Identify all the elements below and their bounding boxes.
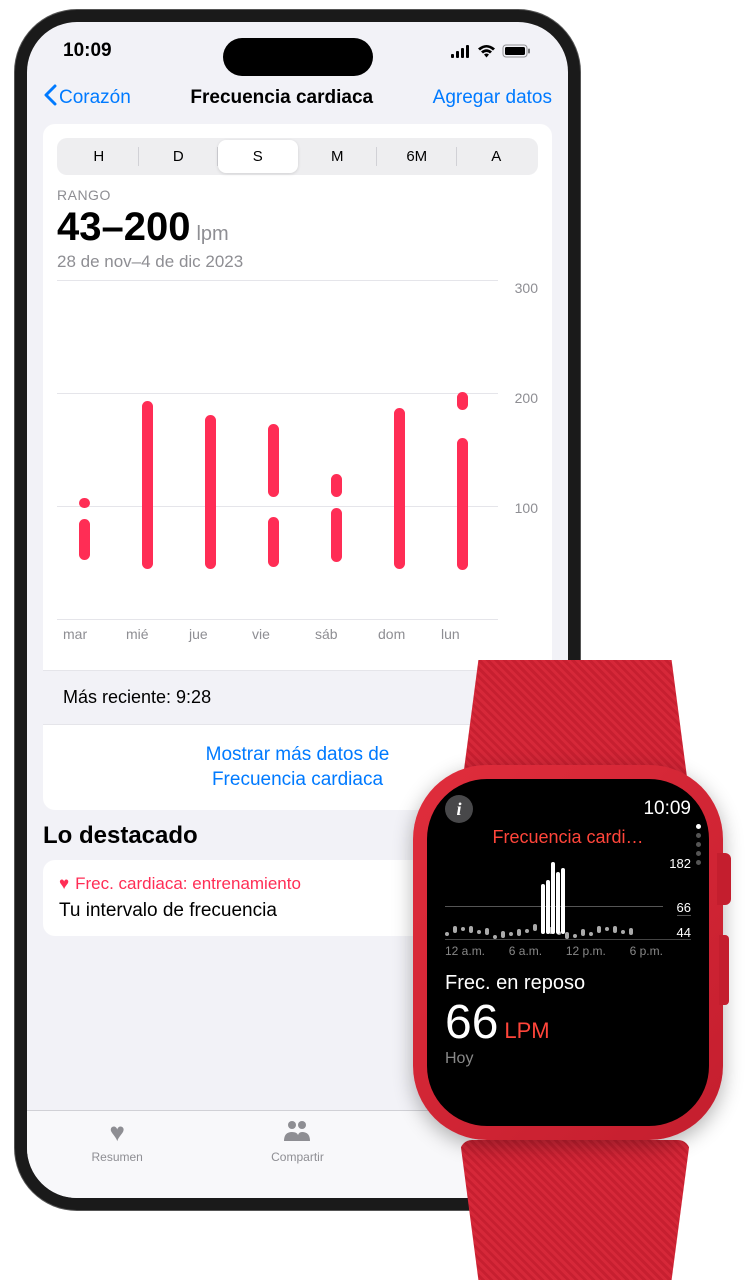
tab-label: Resumen [91,1150,142,1164]
x-tick: 12 p.m. [566,944,606,958]
x-tick: sáb [309,626,372,642]
page-dot [696,833,701,838]
watch-screen: i 10:09 Frecuencia cardi… 182 66 44 [427,779,709,1126]
chevron-left-icon [43,84,57,112]
range-number: 43–200 [57,205,190,250]
page-dot [696,842,701,847]
back-button[interactable]: Corazón [43,84,131,112]
page-indicator [696,824,701,865]
watch-chart[interactable]: 182 66 44 [445,856,691,940]
people-icon [282,1117,312,1148]
page-dot [696,860,701,865]
y-axis: 300 200 100 [498,280,538,620]
page-title: Frecuencia cardiaca [190,87,373,109]
watch-band [460,1140,690,1280]
segment-a[interactable]: A [457,140,537,173]
tab-label: Compartir [271,1150,324,1164]
tab-share[interactable]: Compartir [207,1117,387,1198]
segment-s[interactable]: S [218,140,298,173]
y-label-min: 44 [677,925,691,940]
time-range-segmented: H D S M 6M A [57,138,538,175]
status-icons [451,44,532,58]
range-value: 43–200 lpm [57,205,538,250]
page-dot [696,824,701,829]
x-tick: dom [372,626,435,642]
range-unit: lpm [196,223,228,246]
battery-icon [502,44,532,58]
y-tick-100: 100 [515,500,538,516]
dynamic-island [223,38,373,76]
y-tick-200: 200 [515,390,538,406]
x-tick: 12 a.m. [445,944,485,958]
x-axis: marmiéjueviesábdomlun [57,626,538,642]
x-tick: 6 a.m. [509,944,542,958]
segment-m[interactable]: M [298,140,378,173]
wifi-icon [477,44,496,58]
page-dot [696,851,701,856]
x-tick: jue [183,626,246,642]
x-tick: vie [246,626,309,642]
watch-case: i 10:09 Frecuencia cardi… 182 66 44 [413,765,723,1140]
segment-h[interactable]: H [59,140,139,173]
watch-x-axis: 12 a.m. 6 a.m. 12 p.m. 6 p.m. [445,944,691,958]
x-tick: mié [120,626,183,642]
side-button[interactable] [719,935,729,1005]
segment-6m[interactable]: 6M [377,140,457,173]
status-time: 10:09 [63,40,112,62]
segment-d[interactable]: D [139,140,219,173]
x-tick: 6 p.m. [630,944,663,958]
metric-value: 66 [445,995,498,1050]
back-label: Corazón [59,87,131,109]
signal-icon [451,45,471,58]
add-data-button[interactable]: Agregar datos [433,87,552,109]
range-date: 28 de nov–4 de dic 2023 [57,252,538,272]
y-tick-300: 300 [515,280,538,296]
watch-status-bar: i 10:09 [445,795,691,823]
y-label-mid: 66 [677,900,691,916]
x-tick: lun [435,626,498,642]
digital-crown[interactable] [717,853,731,905]
recent-text: Más reciente: 9:28 [63,687,211,708]
watch-time: 10:09 [643,798,691,820]
metric-label: Frec. en reposo [445,972,691,995]
info-button[interactable]: i [445,795,473,823]
metric-value-row: 66 LPM [445,995,691,1050]
apple-watch: i 10:09 Frecuencia cardi… 182 66 44 [395,660,750,1280]
heart-rate-chart[interactable]: 300 200 100 [57,280,538,620]
range-label: RANGO [57,187,538,203]
heart-icon: ♥ [109,1117,124,1148]
y-label-max: 182 [669,856,691,871]
x-tick: mar [57,626,120,642]
tab-summary[interactable]: ♥ Resumen [27,1117,207,1198]
watch-title: Frecuencia cardi… [445,827,691,848]
highlight-label: Frec. cardiaca: entrenamiento [75,874,301,894]
heart-icon: ♥ [59,874,69,894]
metric-date: Hoy [445,1050,691,1068]
metric-unit: LPM [504,1018,549,1044]
